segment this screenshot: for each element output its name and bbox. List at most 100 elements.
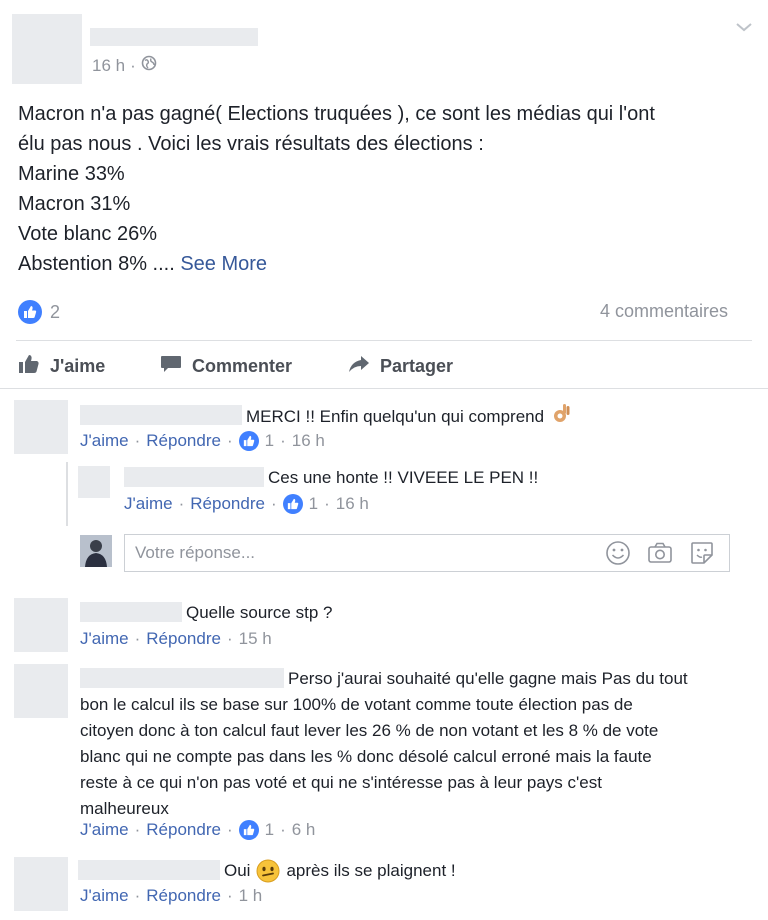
comment-time[interactable]: 1 h	[239, 886, 263, 906]
like-label: J'aime	[50, 356, 106, 376]
comment-text: Quelle source stp ?	[186, 603, 333, 622]
comment-reply-link[interactable]: Répondre	[146, 431, 221, 451]
comment-reply-link[interactable]: Répondre	[146, 629, 221, 649]
comment-avatar[interactable]	[14, 598, 68, 652]
ok-hand-emoji-icon	[552, 402, 572, 432]
thumbs-up-icon	[18, 354, 40, 379]
comment-like-count: 1	[264, 431, 275, 450]
separator: ·	[134, 629, 141, 648]
camera-icon[interactable]	[647, 541, 673, 565]
separator: ·	[280, 431, 286, 450]
separator: ·	[226, 431, 233, 450]
share-arrow-icon	[348, 354, 370, 379]
post-body: Macron n'a pas gagné( Elections truquées…	[18, 99, 748, 279]
separator: ·	[134, 886, 141, 905]
comment-time[interactable]: 6 h	[292, 820, 316, 840]
post-line: Macron 31%	[18, 193, 131, 215]
post-options-chevron-icon[interactable]	[734, 20, 754, 39]
comment-label: Commenter	[192, 356, 293, 376]
post-line: élu pas nous . Voici les vrais résultats…	[18, 133, 484, 155]
comment-like-link[interactable]: J'aime	[80, 629, 129, 649]
separator: ·	[226, 886, 233, 905]
comment-button[interactable]: Commenter	[160, 354, 292, 379]
comment-author-name[interactable]	[80, 405, 242, 425]
comment-text-content: MERCI !! Enfin quelqu'un qui comprend	[246, 407, 545, 426]
comment-line: blanc qui ne compte pas dans les % donc …	[80, 747, 652, 766]
comment-line: bon le calcul ils se base sur 100% de vo…	[80, 695, 633, 714]
share-button[interactable]: Partager	[348, 354, 453, 379]
post-line: Macron n'a pas gagné( Elections truquées…	[18, 103, 655, 125]
comment-time[interactable]: 16 h	[292, 431, 325, 451]
comment-line: reste à ce qui n'on pas voté et qui ne s…	[80, 773, 602, 792]
comment-line-text: Perso j'aurai souhaité qu'elle gagne mai…	[288, 669, 688, 688]
globe-icon	[141, 55, 157, 76]
comment-author-name[interactable]	[78, 860, 220, 880]
reply-input[interactable]	[125, 542, 605, 564]
reactions-summary[interactable]: 2	[18, 300, 60, 324]
separator: ·	[226, 629, 233, 648]
comment-actions: J'aime · Répondre · 1 h	[80, 886, 262, 906]
comment-line: citoyen donc à ton calcul faut lever les…	[80, 721, 659, 740]
comment-text: MERCI !! Enfin quelqu'un qui comprend	[246, 402, 572, 432]
comment-line: malheureux	[80, 799, 169, 818]
comment-reply-link[interactable]: Répondre	[146, 886, 221, 906]
post-line: Marine 33%	[18, 163, 125, 185]
separator: ·	[280, 820, 286, 839]
separator: ·	[270, 494, 277, 513]
like-reaction-icon[interactable]	[238, 820, 259, 840]
sticker-icon[interactable]	[689, 540, 715, 566]
comment-actions: J'aime · Répondre · 15 h	[80, 629, 272, 649]
comment-time[interactable]: 15 h	[239, 629, 272, 649]
reply-avatar[interactable]	[78, 466, 110, 498]
comment-text-after: après ils se plaignent !	[286, 861, 456, 880]
comment-actions: J'aime · Répondre · 1 · 6 h	[80, 820, 315, 840]
comment-avatar[interactable]	[14, 400, 68, 454]
comment-like-link[interactable]: J'aime	[80, 820, 129, 840]
separator: ·	[178, 494, 185, 513]
reply-like-count: 1	[308, 494, 319, 513]
comment-avatar[interactable]	[14, 857, 68, 911]
like-reaction-icon[interactable]	[282, 494, 303, 514]
post-meta: 16 h ·	[92, 55, 157, 76]
comment-text-before: Oui	[224, 861, 251, 880]
comment-actions: J'aime · Répondre · 1 · 16 h	[80, 431, 325, 451]
like-reaction-icon	[18, 300, 42, 324]
reply-reply-link[interactable]: Répondre	[190, 494, 265, 514]
reply-text: Ces une honte !! VIVEEE LE PEN !!	[268, 468, 539, 487]
share-label: Partager	[380, 356, 454, 376]
reply-time[interactable]: 16 h	[336, 494, 369, 514]
post-author-name[interactable]	[90, 28, 258, 46]
separator: ·	[324, 494, 330, 513]
current-user-avatar	[80, 535, 112, 567]
like-reaction-icon[interactable]	[238, 431, 259, 451]
separator: ·	[134, 820, 141, 839]
confused-face-emoji-icon	[256, 859, 280, 883]
comment-like-count: 1	[264, 820, 275, 839]
comment-text: Perso j'aurai souhaité qu'elle gagne mai…	[80, 666, 750, 822]
reply-actions: J'aime · Répondre · 1 · 16 h	[124, 494, 369, 514]
like-button[interactable]: J'aime	[18, 354, 105, 379]
comments-count[interactable]: 4 commentaires	[600, 301, 728, 322]
divider	[16, 340, 752, 341]
emoji-icon[interactable]	[605, 540, 631, 566]
reply-author-name[interactable]	[124, 467, 264, 487]
post-last-line: Abstention 8% ....	[18, 253, 181, 275]
meta-separator: ·	[130, 55, 136, 75]
post-time[interactable]: 16 h	[92, 56, 125, 76]
divider	[0, 388, 768, 389]
comment-like-link[interactable]: J'aime	[80, 886, 129, 906]
separator: ·	[134, 431, 141, 450]
reply-thread-line	[66, 462, 68, 526]
comment-author-name[interactable]	[80, 602, 182, 622]
comment-like-link[interactable]: J'aime	[80, 431, 129, 451]
comment-avatar[interactable]	[14, 664, 68, 718]
separator: ·	[226, 820, 233, 839]
comment-bubble-icon	[160, 354, 182, 379]
post-line: Abstention 8% .... See More	[18, 249, 748, 279]
comment-line: Perso j'aurai souhaité qu'elle gagne mai…	[80, 666, 750, 692]
reply-like-link[interactable]: J'aime	[124, 494, 173, 514]
comment-reply-link[interactable]: Répondre	[146, 820, 221, 840]
reply-box	[124, 534, 730, 572]
see-more-link[interactable]: See More	[180, 253, 267, 275]
post-author-avatar[interactable]	[12, 14, 82, 84]
